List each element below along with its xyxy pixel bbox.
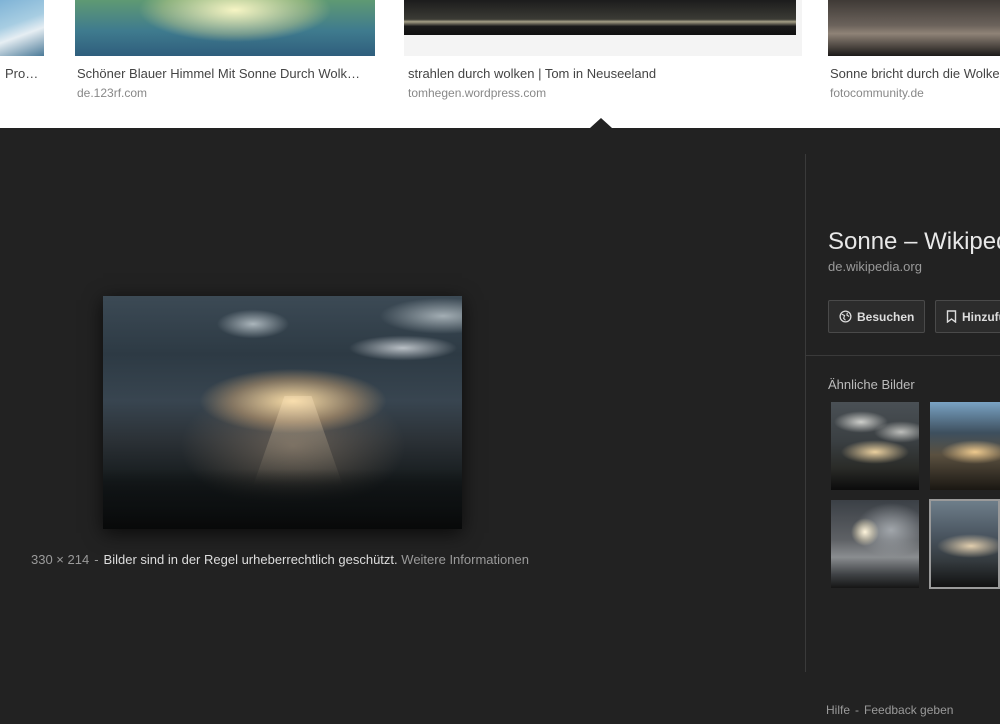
panel-divider [805,154,806,672]
more-info-link[interactable]: Weitere Informationen [401,552,529,567]
image-results-strip: Pro… Schöner Blauer Himmel Mit Sonne Dur… [0,0,1000,128]
page-title[interactable]: Sonne – Wikipedia [828,228,1000,256]
similar-image-thumbnail[interactable] [831,500,919,588]
globe-icon [839,310,852,323]
visit-button-label: Besuchen [857,309,915,324]
similar-image-thumbnail-selected[interactable] [929,499,1000,589]
result-thumbnail-frame[interactable] [404,0,802,56]
image-info-line: 330 × 214- Bilder sind in der Regel urheb… [31,552,529,567]
image-dimensions: 330 × 214 [31,552,90,567]
page-domain: de.wikipedia.org [828,259,922,274]
bookmark-icon [946,310,957,323]
result-thumbnail[interactable] [0,0,44,56]
footer-links: Hilfe - Feedback geben [826,703,953,717]
result-thumbnail [404,0,796,35]
separator: - [94,552,99,567]
result-source: fotocommunity.de [830,86,924,100]
separator: - [855,703,860,717]
help-link[interactable]: Hilfe [826,703,850,717]
landscape-ridge [103,469,462,529]
result-title[interactable]: Pro… [5,66,41,81]
side-panel-rule [806,355,1000,356]
visit-button[interactable]: Besuchen [828,300,926,333]
similar-image-thumbnail[interactable] [930,402,1000,490]
result-source: de.123rf.com [77,86,148,100]
result-thumbnail[interactable] [828,0,1000,56]
result-title[interactable]: strahlen durch wolken | Tom in Neuseelan… [408,66,798,81]
preview-image[interactable] [103,296,462,529]
result-source: tomhegen.wordpress.com [408,86,547,100]
result-title[interactable]: Schöner Blauer Himmel Mit Sonne Durch Wo… [77,66,375,81]
feedback-link[interactable]: Feedback geben [864,703,953,717]
copyright-notice: Bilder sind in der Regel urheberrechtlic… [103,552,398,567]
result-thumbnail[interactable] [75,0,375,56]
similar-images-heading: Ähnliche Bilder [828,377,915,392]
save-button[interactable]: Hinzufügen [935,300,1000,333]
result-title[interactable]: Sonne bricht durch die Wolke [830,66,1000,81]
selection-caret-icon [590,118,612,128]
save-button-label: Hinzufügen [962,309,1000,324]
similar-image-thumbnail[interactable] [831,402,919,490]
